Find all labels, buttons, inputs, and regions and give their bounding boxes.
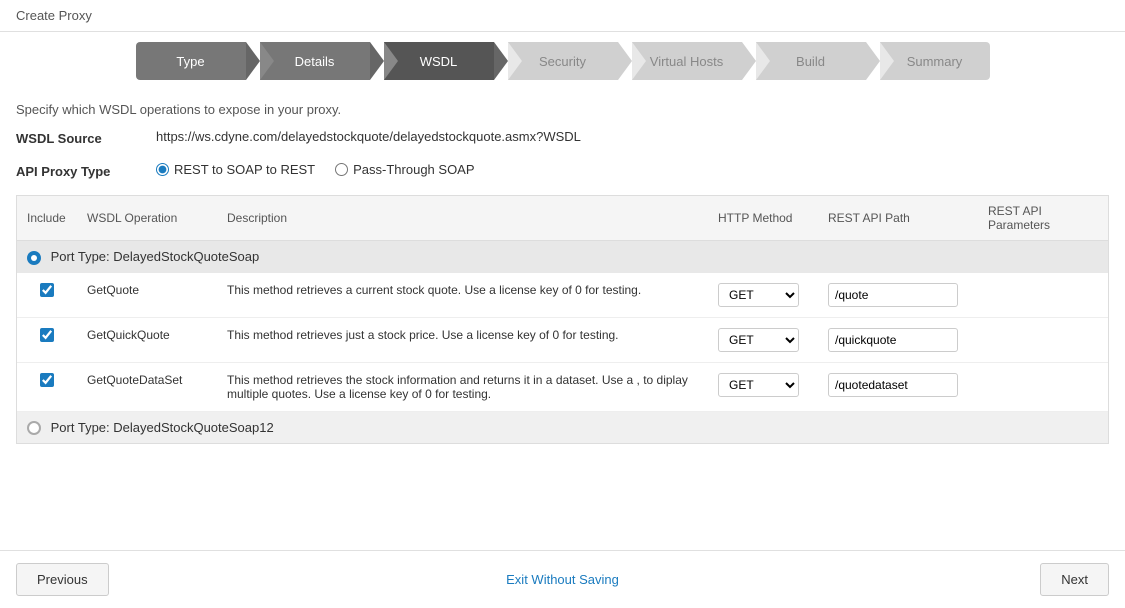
op2-method-select[interactable]: GET POST PUT DELETE — [718, 328, 799, 352]
op3-name: GetQuoteDataSet — [77, 362, 217, 411]
op2-path-cell — [818, 317, 978, 362]
app-title: Create Proxy — [16, 8, 92, 23]
port-type-2-label: Port Type: DelayedStockQuoteSoap12 — [51, 420, 274, 435]
op2-include-cell — [17, 317, 77, 362]
op1-checkbox[interactable] — [40, 283, 54, 297]
api-proxy-type-label: API Proxy Type — [16, 162, 156, 179]
step-build[interactable]: Build — [756, 42, 866, 80]
step-security[interactable]: Security — [508, 42, 618, 80]
step-wsdl[interactable]: WSDL — [384, 42, 494, 80]
wsdl-source-label: WSDL Source — [16, 129, 156, 146]
op3-checkbox[interactable] — [40, 373, 54, 387]
exit-without-saving-button[interactable]: Exit Without Saving — [506, 572, 619, 587]
op1-params-cell — [978, 273, 1108, 318]
radio-pass-through[interactable]: Pass-Through SOAP — [335, 162, 474, 177]
step-virtual-hosts[interactable]: Virtual Hosts — [632, 42, 742, 80]
op1-name: GetQuote — [77, 273, 217, 318]
table-row: GetQuickQuote This method retrieves just… — [17, 317, 1108, 362]
radio-pass-through-input[interactable] — [335, 163, 348, 176]
radio-rest-to-soap-label: REST to SOAP to REST — [174, 162, 315, 177]
step-summary[interactable]: Summary — [880, 42, 990, 80]
op1-include-cell — [17, 273, 77, 318]
op3-params-cell — [978, 362, 1108, 411]
op3-method-cell: GET POST PUT DELETE — [708, 362, 818, 411]
op2-path-input[interactable] — [828, 328, 958, 352]
op3-path-cell — [818, 362, 978, 411]
port-type-1-radio[interactable] — [27, 251, 41, 265]
radio-rest-to-soap-input[interactable] — [156, 163, 169, 176]
op1-path-cell — [818, 273, 978, 318]
table-row: GetQuote This method retrieves a current… — [17, 273, 1108, 318]
previous-button[interactable]: Previous — [16, 563, 109, 596]
op1-method-select[interactable]: GET POST PUT DELETE — [718, 283, 799, 307]
port-type-2-radio[interactable] — [27, 421, 41, 435]
table-header: Include WSDL Operation Description HTTP … — [17, 196, 1108, 241]
form-area: WSDL Source https://ws.cdyne.com/delayed… — [0, 129, 1125, 179]
col-operation: WSDL Operation — [77, 196, 217, 241]
op3-method-select[interactable]: GET POST PUT DELETE — [718, 373, 799, 397]
step-type[interactable]: Type — [136, 42, 246, 80]
op2-params-cell — [978, 317, 1108, 362]
table-row: GetQuoteDataSet This method retrieves th… — [17, 362, 1108, 411]
proxy-type-radio-group: REST to SOAP to REST Pass-Through SOAP — [156, 162, 475, 177]
radio-pass-through-label: Pass-Through SOAP — [353, 162, 474, 177]
footer: Previous Exit Without Saving Next — [0, 550, 1125, 608]
op1-method-cell: GET POST PUT DELETE — [708, 273, 818, 318]
op2-description: This method retrieves just a stock price… — [217, 317, 708, 362]
op3-include-cell — [17, 362, 77, 411]
op3-description: This method retrieves the stock informat… — [217, 362, 708, 411]
port-type-2-header[interactable]: Port Type: DelayedStockQuoteSoap12 — [17, 411, 1108, 443]
port-type-1-header[interactable]: Port Type: DelayedStockQuoteSoap — [17, 241, 1108, 273]
col-method: HTTP Method — [708, 196, 818, 241]
op1-description: This method retrieves a current stock qu… — [217, 273, 708, 318]
api-proxy-type-row: API Proxy Type REST to SOAP to REST Pass… — [16, 162, 1109, 179]
wsdl-source-row: WSDL Source https://ws.cdyne.com/delayed… — [16, 129, 1109, 146]
operations-table: Include WSDL Operation Description HTTP … — [17, 196, 1108, 443]
footer-center: Exit Without Saving — [506, 572, 619, 587]
wsdl-source-value: https://ws.cdyne.com/delayedstockquote/d… — [156, 129, 581, 144]
wizard-steps: Type Details WSDL Security Virtual Hosts… — [0, 32, 1125, 94]
col-path: REST API Path — [818, 196, 978, 241]
op1-path-input[interactable] — [828, 283, 958, 307]
port-type-1-label: Port Type: DelayedStockQuoteSoap — [51, 249, 260, 264]
op2-name: GetQuickQuote — [77, 317, 217, 362]
op2-method-cell: GET POST PUT DELETE — [708, 317, 818, 362]
op3-path-input[interactable] — [828, 373, 958, 397]
operations-table-container: Include WSDL Operation Description HTTP … — [16, 195, 1109, 444]
app-header: Create Proxy — [0, 0, 1125, 32]
col-include: Include — [17, 196, 77, 241]
op2-checkbox[interactable] — [40, 328, 54, 342]
col-description: Description — [217, 196, 708, 241]
page-subheading: Specify which WSDL operations to expose … — [0, 94, 1125, 129]
next-button[interactable]: Next — [1040, 563, 1109, 596]
radio-rest-to-soap[interactable]: REST to SOAP to REST — [156, 162, 315, 177]
step-details[interactable]: Details — [260, 42, 370, 80]
col-params: REST API Parameters — [978, 196, 1108, 241]
